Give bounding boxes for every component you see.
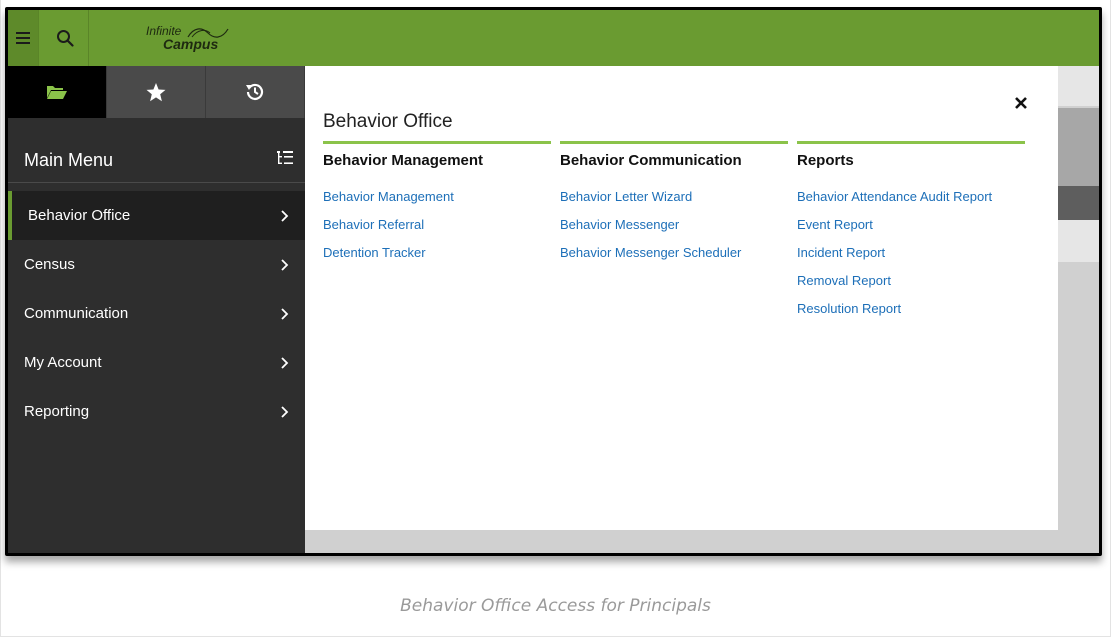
infinite-campus-logo[interactable]: Infinite Campus xyxy=(146,24,256,54)
link-behavior-letter-wizard[interactable]: Behavior Letter Wizard xyxy=(560,183,788,211)
flyout-title: Behavior Office xyxy=(323,111,453,132)
link-behavior-messenger[interactable]: Behavior Messenger xyxy=(560,211,788,239)
sidebar-item-communication[interactable]: Communication xyxy=(8,289,305,338)
column-heading: Behavior Communication xyxy=(560,152,742,169)
column-links: Behavior Attendance Audit Report Event R… xyxy=(797,183,1025,323)
tab-index[interactable] xyxy=(8,66,107,118)
column-behavior-communication: Behavior Communication Behavior Letter W… xyxy=(560,141,788,267)
folder-open-icon xyxy=(47,86,67,99)
main-menu-sidebar: Main Menu Behavior Office Census Communi… xyxy=(8,66,305,553)
main-menu-list: Behavior Office Census Communication My … xyxy=(8,191,305,436)
chevron-right-icon xyxy=(281,356,289,369)
column-behavior-management: Behavior Management Behavior Management … xyxy=(323,141,551,267)
column-heading: Reports xyxy=(797,152,854,169)
chevron-right-icon xyxy=(281,209,289,222)
column-accent-bar xyxy=(797,141,1025,144)
search-button[interactable] xyxy=(48,10,82,66)
list-hierarchy-icon[interactable] xyxy=(277,151,293,165)
sidebar-divider xyxy=(8,182,305,183)
background-strip xyxy=(1055,108,1099,186)
sidebar-item-label: Census xyxy=(24,256,75,273)
tab-favorites[interactable] xyxy=(107,66,206,118)
column-links: Behavior Letter Wizard Behavior Messenge… xyxy=(560,183,788,267)
screenshot-frame: Infinite Campus Main Menu Behavior Offic… xyxy=(5,7,1102,556)
history-icon xyxy=(246,83,264,101)
sidebar-item-census[interactable]: Census xyxy=(8,240,305,289)
column-reports: Reports Behavior Attendance Audit Report… xyxy=(797,141,1025,323)
sidebar-item-label: Communication xyxy=(24,305,129,322)
image-caption: Behavior Office Access for Principals xyxy=(400,596,711,616)
background-strip xyxy=(1055,220,1099,262)
link-resolution-report[interactable]: Resolution Report xyxy=(797,295,1025,323)
link-event-report[interactable]: Event Report xyxy=(797,211,1025,239)
chevron-right-icon xyxy=(281,258,289,271)
sidebar-item-label: Reporting xyxy=(24,403,90,420)
logo-text-line2: Campus xyxy=(163,36,219,52)
sidebar-item-label: My Account xyxy=(24,354,102,371)
link-behavior-referral[interactable]: Behavior Referral xyxy=(323,211,551,239)
tab-history[interactable] xyxy=(206,66,305,118)
sidebar-item-label: Behavior Office xyxy=(28,207,131,224)
close-icon[interactable] xyxy=(1013,95,1029,111)
link-behavior-management[interactable]: Behavior Management xyxy=(323,183,551,211)
top-bar: Infinite Campus xyxy=(8,10,1099,66)
column-links: Behavior Management Behavior Referral De… xyxy=(323,183,551,267)
column-accent-bar xyxy=(323,141,551,144)
background-strip xyxy=(1055,66,1099,106)
main-menu-title: Main Menu xyxy=(24,150,114,170)
link-detention-tracker[interactable]: Detention Tracker xyxy=(323,239,551,267)
chevron-right-icon xyxy=(281,405,289,418)
background-strip xyxy=(1055,186,1099,220)
sidebar-item-reporting[interactable]: Reporting xyxy=(8,387,305,436)
sidebar-item-behavior-office[interactable]: Behavior Office xyxy=(8,191,305,240)
sidebar-tabs xyxy=(8,66,305,118)
menu-button[interactable] xyxy=(8,10,38,66)
link-incident-report[interactable]: Incident Report xyxy=(797,239,1025,267)
link-behavior-attendance-audit-report[interactable]: Behavior Attendance Audit Report xyxy=(797,183,1025,211)
hamburger-menu-icon xyxy=(16,32,30,44)
column-heading: Behavior Management xyxy=(323,152,484,169)
column-accent-bar xyxy=(560,141,788,144)
chevron-right-icon xyxy=(281,307,289,320)
app-window: Infinite Campus Main Menu Behavior Offic… xyxy=(8,10,1099,553)
topbar-divider xyxy=(88,10,89,66)
behavior-office-flyout: Behavior Office Behavior Management Beha… xyxy=(305,66,1058,530)
star-icon xyxy=(146,82,166,101)
topbar-divider xyxy=(38,10,39,66)
link-behavior-messenger-scheduler[interactable]: Behavior Messenger Scheduler xyxy=(560,239,788,267)
sidebar-item-my-account[interactable]: My Account xyxy=(8,338,305,387)
link-removal-report[interactable]: Removal Report xyxy=(797,267,1025,295)
search-icon xyxy=(57,30,74,47)
